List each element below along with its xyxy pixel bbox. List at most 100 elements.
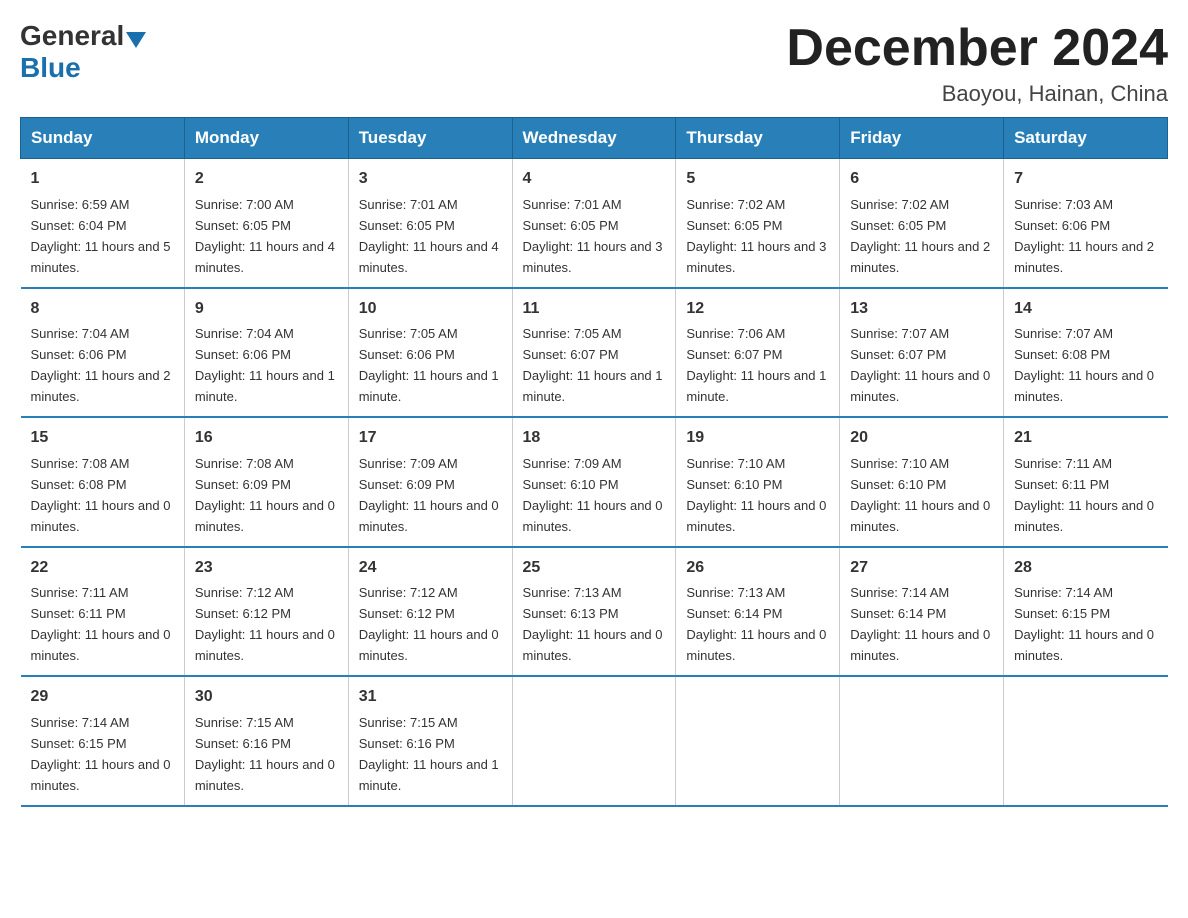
logo-triangle-icon: [126, 32, 146, 48]
calendar-cell: [676, 676, 840, 805]
cell-content: Sunrise: 7:08 AMSunset: 6:08 PMDaylight:…: [31, 456, 171, 534]
calendar-cell: 17 Sunrise: 7:09 AMSunset: 6:09 PMDayligh…: [348, 417, 512, 546]
cell-content: Sunrise: 7:04 AMSunset: 6:06 PMDaylight:…: [195, 326, 335, 404]
cell-content: Sunrise: 7:13 AMSunset: 6:13 PMDaylight:…: [523, 585, 663, 663]
cell-content: Sunrise: 7:10 AMSunset: 6:10 PMDaylight:…: [686, 456, 826, 534]
day-number: 2: [195, 167, 338, 192]
calendar-cell: 11 Sunrise: 7:05 AMSunset: 6:07 PMDayligh…: [512, 288, 676, 417]
calendar-cell: 7 Sunrise: 7:03 AMSunset: 6:06 PMDaylight…: [1004, 159, 1168, 288]
cell-content: Sunrise: 7:04 AMSunset: 6:06 PMDaylight:…: [31, 326, 171, 404]
calendar-cell: 5Sunrise: 7:02 AMSunset: 6:05 PMDaylight…: [676, 159, 840, 288]
day-number: 3: [359, 167, 502, 192]
calendar-cell: 25 Sunrise: 7:13 AMSunset: 6:13 PMDayligh…: [512, 547, 676, 676]
day-number: 14: [1014, 297, 1157, 322]
cell-content: Sunrise: 7:12 AMSunset: 6:12 PMDaylight:…: [359, 585, 499, 663]
cell-content: Sunrise: 7:14 AMSunset: 6:14 PMDaylight:…: [850, 585, 990, 663]
day-number: 26: [686, 556, 829, 581]
calendar-cell: [1004, 676, 1168, 805]
calendar-cell: 22 Sunrise: 7:11 AMSunset: 6:11 PMDayligh…: [21, 547, 185, 676]
calendar-week-4: 22 Sunrise: 7:11 AMSunset: 6:11 PMDayligh…: [21, 547, 1168, 676]
page-header: General Blue December 2024 Baoyou, Haina…: [20, 20, 1168, 107]
day-number: 22: [31, 556, 174, 581]
day-number: 20: [850, 426, 993, 451]
logo-blue-text: Blue: [20, 52, 81, 83]
weekday-header-tuesday: Tuesday: [348, 118, 512, 159]
weekday-header-wednesday: Wednesday: [512, 118, 676, 159]
calendar-cell: 6 Sunrise: 7:02 AMSunset: 6:05 PMDaylight…: [840, 159, 1004, 288]
calendar-cell: 30Sunrise: 7:15 AMSunset: 6:16 PMDayligh…: [184, 676, 348, 805]
day-number: 1: [31, 167, 174, 192]
day-number: 24: [359, 556, 502, 581]
calendar-cell: 13 Sunrise: 7:07 AMSunset: 6:07 PMDayligh…: [840, 288, 1004, 417]
calendar-cell: 29 Sunrise: 7:14 AMSunset: 6:15 PMDayligh…: [21, 676, 185, 805]
calendar-cell: 3 Sunrise: 7:01 AMSunset: 6:05 PMDaylight…: [348, 159, 512, 288]
day-number: 27: [850, 556, 993, 581]
cell-content: Sunrise: 7:12 AMSunset: 6:12 PMDaylight:…: [195, 585, 335, 663]
calendar-cell: 23Sunrise: 7:12 AMSunset: 6:12 PMDayligh…: [184, 547, 348, 676]
calendar-cell: 18 Sunrise: 7:09 AMSunset: 6:10 PMDayligh…: [512, 417, 676, 546]
cell-content: Sunrise: 7:03 AMSunset: 6:06 PMDaylight:…: [1014, 197, 1154, 275]
day-number: 31: [359, 685, 502, 710]
cell-content: Sunrise: 7:05 AMSunset: 6:07 PMDaylight:…: [523, 326, 663, 404]
cell-content: Sunrise: 7:14 AMSunset: 6:15 PMDaylight:…: [31, 715, 171, 793]
day-number: 7: [1014, 167, 1157, 192]
calendar-cell: 1 Sunrise: 6:59 AMSunset: 6:04 PMDaylight…: [21, 159, 185, 288]
month-title: December 2024: [786, 20, 1168, 77]
calendar-week-1: 1 Sunrise: 6:59 AMSunset: 6:04 PMDaylight…: [21, 159, 1168, 288]
cell-content: Sunrise: 7:09 AMSunset: 6:09 PMDaylight:…: [359, 456, 499, 534]
calendar-cell: [512, 676, 676, 805]
calendar-cell: 31Sunrise: 7:15 AMSunset: 6:16 PMDayligh…: [348, 676, 512, 805]
calendar-cell: 27 Sunrise: 7:14 AMSunset: 6:14 PMDayligh…: [840, 547, 1004, 676]
day-number: 30: [195, 685, 338, 710]
day-number: 11: [523, 297, 666, 322]
logo: General Blue: [20, 20, 148, 84]
day-number: 21: [1014, 426, 1157, 451]
calendar-header-row: SundayMondayTuesdayWednesdayThursdayFrid…: [21, 118, 1168, 159]
day-number: 12: [686, 297, 829, 322]
cell-content: Sunrise: 7:06 AMSunset: 6:07 PMDaylight:…: [686, 326, 826, 404]
day-number: 6: [850, 167, 993, 192]
cell-content: Sunrise: 7:13 AMSunset: 6:14 PMDaylight:…: [686, 585, 826, 663]
day-number: 18: [523, 426, 666, 451]
day-number: 5: [686, 167, 829, 192]
cell-content: Sunrise: 7:10 AMSunset: 6:10 PMDaylight:…: [850, 456, 990, 534]
calendar-cell: 9 Sunrise: 7:04 AMSunset: 6:06 PMDaylight…: [184, 288, 348, 417]
logo-general-text: General: [20, 20, 124, 52]
calendar-week-3: 15 Sunrise: 7:08 AMSunset: 6:08 PMDayligh…: [21, 417, 1168, 546]
cell-content: Sunrise: 7:11 AMSunset: 6:11 PMDaylight:…: [1014, 456, 1154, 534]
day-number: 8: [31, 297, 174, 322]
calendar-cell: 4Sunrise: 7:01 AMSunset: 6:05 PMDaylight…: [512, 159, 676, 288]
title-section: December 2024 Baoyou, Hainan, China: [786, 20, 1168, 107]
cell-content: Sunrise: 6:59 AMSunset: 6:04 PMDaylight:…: [31, 197, 171, 275]
cell-content: Sunrise: 7:09 AMSunset: 6:10 PMDaylight:…: [523, 456, 663, 534]
cell-content: Sunrise: 7:08 AMSunset: 6:09 PMDaylight:…: [195, 456, 335, 534]
cell-content: Sunrise: 7:11 AMSunset: 6:11 PMDaylight:…: [31, 585, 171, 663]
calendar-cell: 16Sunrise: 7:08 AMSunset: 6:09 PMDayligh…: [184, 417, 348, 546]
day-number: 19: [686, 426, 829, 451]
cell-content: Sunrise: 7:02 AMSunset: 6:05 PMDaylight:…: [850, 197, 990, 275]
cell-content: Sunrise: 7:01 AMSunset: 6:05 PMDaylight:…: [359, 197, 499, 275]
day-number: 13: [850, 297, 993, 322]
day-number: 29: [31, 685, 174, 710]
calendar-week-2: 8 Sunrise: 7:04 AMSunset: 6:06 PMDaylight…: [21, 288, 1168, 417]
day-number: 28: [1014, 556, 1157, 581]
day-number: 10: [359, 297, 502, 322]
weekday-header-sunday: Sunday: [21, 118, 185, 159]
cell-content: Sunrise: 7:05 AMSunset: 6:06 PMDaylight:…: [359, 326, 499, 404]
cell-content: Sunrise: 7:01 AMSunset: 6:05 PMDaylight:…: [523, 197, 663, 275]
calendar-cell: 2 Sunrise: 7:00 AMSunset: 6:05 PMDaylight…: [184, 159, 348, 288]
day-number: 25: [523, 556, 666, 581]
calendar-cell: 15 Sunrise: 7:08 AMSunset: 6:08 PMDayligh…: [21, 417, 185, 546]
weekday-header-thursday: Thursday: [676, 118, 840, 159]
calendar-cell: 21 Sunrise: 7:11 AMSunset: 6:11 PMDayligh…: [1004, 417, 1168, 546]
day-number: 9: [195, 297, 338, 322]
weekday-header-monday: Monday: [184, 118, 348, 159]
cell-content: Sunrise: 7:07 AMSunset: 6:08 PMDaylight:…: [1014, 326, 1154, 404]
day-number: 15: [31, 426, 174, 451]
cell-content: Sunrise: 7:00 AMSunset: 6:05 PMDaylight:…: [195, 197, 335, 275]
weekday-header-saturday: Saturday: [1004, 118, 1168, 159]
cell-content: Sunrise: 7:07 AMSunset: 6:07 PMDaylight:…: [850, 326, 990, 404]
day-number: 17: [359, 426, 502, 451]
calendar-cell: 20 Sunrise: 7:10 AMSunset: 6:10 PMDayligh…: [840, 417, 1004, 546]
location-text: Baoyou, Hainan, China: [786, 81, 1168, 107]
